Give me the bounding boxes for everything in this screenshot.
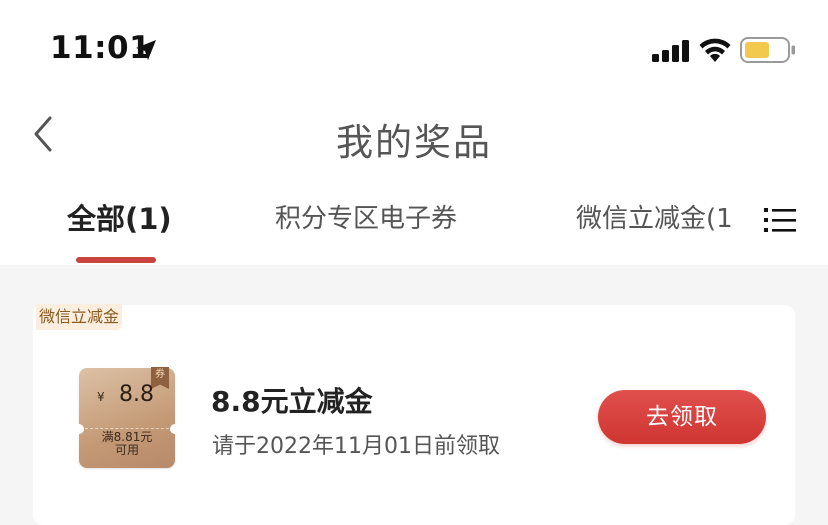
coupon-thumbnail: 券 ¥ 8.8 满8.81元 可用: [74, 367, 180, 468]
battery-icon: [740, 37, 795, 63]
page-title: 我的奖品: [336, 121, 492, 164]
list-menu-icon[interactable]: [764, 205, 796, 235]
location-arrow-icon: [136, 40, 156, 60]
prize-type-tag: 微信立减金: [36, 304, 123, 330]
signal-icon: [652, 40, 689, 62]
prize-deadline: 请于2022年11月01日前领取: [212, 434, 500, 459]
coupon-value: 8.8: [119, 382, 154, 407]
header-area: 11:01 我的奖品 全部(1) 积分专区电子券 微信立减金(1): [0, 0, 828, 265]
coupon-condition: 满8.81元 可用: [101, 430, 153, 457]
prize-title: 8.8元立减金: [211, 385, 373, 418]
active-tab-indicator: [76, 257, 156, 263]
tab-points-coupons[interactable]: 积分专区电子券: [275, 198, 457, 235]
claim-button[interactable]: 去领取: [598, 390, 766, 444]
coupon-divider: [85, 428, 169, 429]
coupon-currency: ¥: [97, 390, 105, 404]
tab-all[interactable]: 全部(1): [67, 196, 172, 238]
wifi-icon: [699, 38, 731, 62]
tab-wechat-discount[interactable]: 微信立减金(1): [576, 198, 734, 235]
